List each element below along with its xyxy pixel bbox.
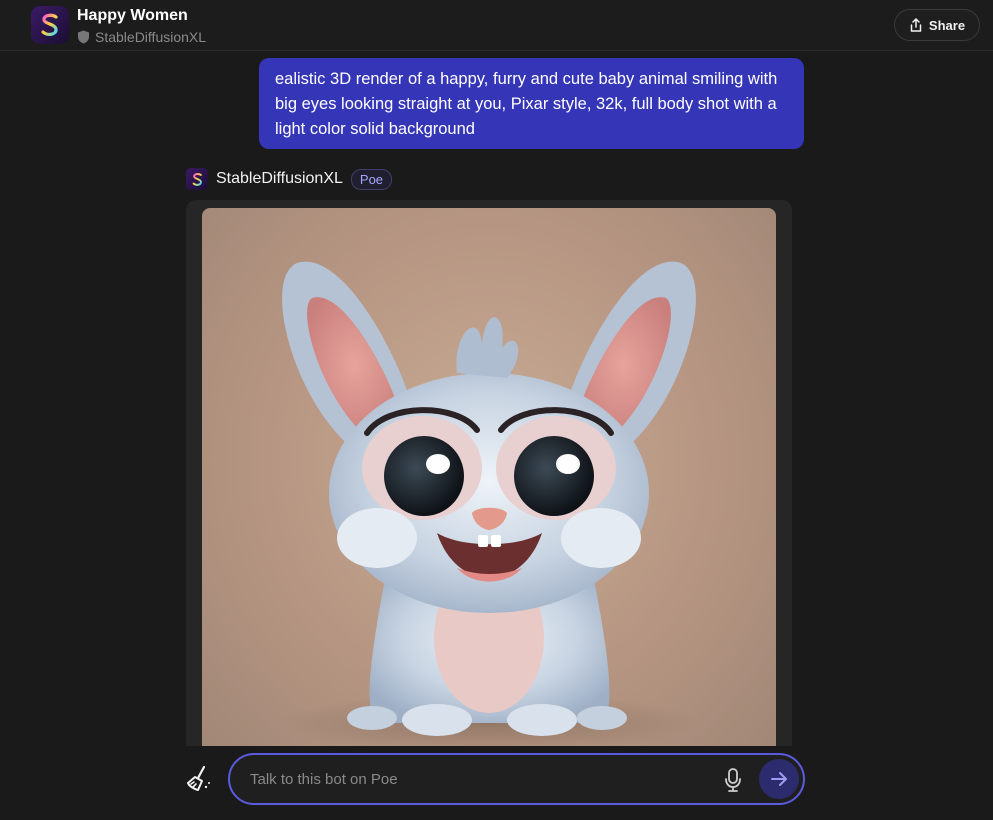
bot-subtitle-text: StableDiffusionXL	[95, 29, 207, 45]
composer	[228, 753, 805, 805]
bot-response-card	[186, 200, 792, 746]
user-message-bubble: ealistic 3D render of a happy, furry and…	[259, 58, 804, 149]
poe-badge: Poe	[350, 168, 393, 190]
broom-icon[interactable]	[186, 765, 212, 793]
bot-response-header: StableDiffusionXL Poe	[186, 168, 393, 190]
chat-input[interactable]	[250, 767, 710, 791]
arrow-right-icon	[771, 772, 787, 786]
generated-image-illustration	[279, 261, 699, 746]
bot-name[interactable]: StableDiffusionXL	[216, 170, 343, 188]
bot-avatar[interactable]	[31, 6, 69, 44]
stablediffusion-logo-icon	[192, 172, 202, 186]
chat-header: Happy Women StableDiffusionXL Share	[0, 0, 993, 51]
shield-icon	[78, 30, 89, 44]
share-icon	[910, 18, 922, 32]
chat-title: Happy Women	[77, 7, 188, 24]
bot-mini-avatar[interactable]	[186, 168, 208, 190]
microphone-icon[interactable]	[724, 767, 742, 793]
generated-image[interactable]	[202, 208, 776, 746]
share-button[interactable]: Share	[894, 9, 980, 41]
bot-subtitle[interactable]: StableDiffusionXL	[77, 29, 206, 45]
stablediffusion-logo-icon	[41, 13, 58, 36]
share-label: Share	[928, 17, 966, 33]
send-button[interactable]	[759, 759, 799, 799]
